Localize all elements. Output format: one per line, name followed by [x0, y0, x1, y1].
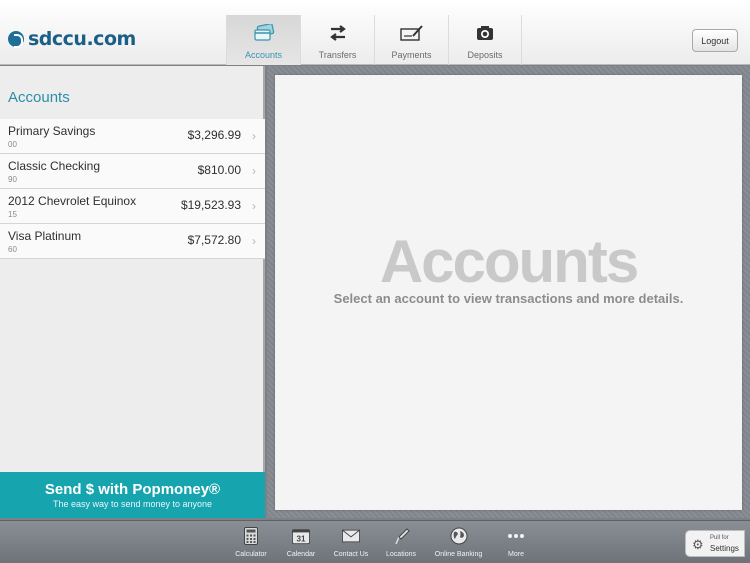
main-tabs: Accounts Transfers Payments Deposits — [226, 15, 522, 65]
account-number: 00 — [8, 140, 17, 149]
promo-subtitle: The easy way to send money to anyone — [52, 499, 213, 509]
promo-title: Send $ with Popmoney® — [44, 481, 221, 498]
location-pin-icon — [392, 527, 410, 545]
dock-label: Online Banking — [434, 551, 483, 558]
app-header: sdccu.com Accounts Transfers Payments De… — [0, 0, 750, 65]
chevron-right-icon: › — [252, 234, 256, 248]
account-row-classic-checking[interactable]: Classic Checking 90 $810.00 › — [0, 154, 265, 189]
envelope-icon — [342, 527, 360, 545]
dock-contact-us[interactable]: Contact Us — [326, 527, 376, 558]
chevron-right-icon: › — [252, 129, 256, 143]
dock-label: Locations — [386, 551, 416, 558]
accounts-card-icon — [252, 23, 276, 43]
tab-transfers[interactable]: Transfers — [300, 15, 374, 65]
main-panel: Accounts Select an account to view trans… — [275, 75, 742, 510]
tab-label: Accounts — [244, 50, 283, 60]
account-number: 60 — [8, 245, 17, 254]
globe-icon — [450, 527, 468, 545]
dock-more[interactable]: More — [491, 527, 541, 558]
logo-text: sdccu.com — [28, 28, 136, 50]
bottom-toolbar: Calculator 31 Calendar Contact Us Locati… — [0, 520, 750, 563]
account-name: 2012 Chevrolet Equinox — [8, 194, 137, 208]
dock-online-banking[interactable]: Online Banking — [426, 527, 491, 558]
account-row-visa-platinum[interactable]: Visa Platinum 60 $7,572.80 › — [0, 224, 265, 259]
dock-calendar[interactable]: 31 Calendar — [276, 527, 326, 558]
tab-label: Deposits — [467, 50, 503, 60]
tab-label: Transfers — [318, 50, 357, 60]
account-balance: $810.00 — [197, 163, 241, 177]
account-row-primary-savings[interactable]: Primary Savings 00 $3,296.99 › — [0, 119, 265, 154]
more-dots-icon — [507, 527, 525, 545]
account-balance: $3,296.99 — [187, 128, 241, 142]
tab-accounts[interactable]: Accounts — [226, 15, 300, 65]
account-name: Classic Checking — [8, 159, 101, 173]
chevron-right-icon: › — [252, 199, 256, 213]
logout-button[interactable]: Logout — [692, 29, 738, 52]
account-row-chevrolet-equinox[interactable]: 2012 Chevrolet Equinox 15 $19,523.93 › — [0, 189, 265, 224]
tab-payments[interactable]: Payments — [374, 15, 448, 65]
sdccu-logo: sdccu.com — [8, 28, 136, 50]
pull-for-label: Pull for — [710, 535, 729, 541]
dock: Calculator 31 Calendar Contact Us Locati… — [226, 527, 541, 558]
calendar-badge: 31 — [297, 534, 306, 543]
dock-label: More — [508, 551, 524, 558]
popmoney-banner[interactable]: Send $ with Popmoney® The easy way to se… — [0, 472, 265, 518]
camera-icon — [473, 23, 497, 43]
dock-locations[interactable]: Locations — [376, 527, 426, 558]
account-number: 15 — [8, 210, 17, 219]
dock-label: Calendar — [286, 551, 316, 558]
dock-calculator[interactable]: Calculator — [226, 527, 276, 558]
accounts-sidebar: Accounts Primary Savings 00 $3,296.99 › … — [0, 66, 265, 518]
sdccu-logo-icon — [8, 31, 24, 48]
settings-pull-tab[interactable]: ⚙ Pull for Settings — [685, 530, 745, 557]
account-balance: $7,572.80 — [187, 233, 241, 247]
account-list: Primary Savings 00 $3,296.99 › Classic C… — [0, 119, 265, 259]
check-pen-icon — [399, 23, 424, 43]
calculator-icon — [242, 527, 260, 545]
account-balance: $19,523.93 — [180, 198, 241, 212]
gear-icon: ⚙ — [692, 537, 704, 552]
sidebar-title: Accounts — [8, 89, 70, 106]
main-message: Select an account to view transactions a… — [333, 291, 684, 306]
account-name: Primary Savings — [8, 124, 96, 138]
transfer-arrows-icon — [326, 23, 350, 43]
main-title: Accounts — [379, 228, 639, 295]
account-number: 90 — [8, 175, 17, 184]
chevron-right-icon: › — [252, 164, 256, 178]
calendar-icon: 31 — [292, 527, 310, 545]
dock-label: Calculator — [235, 551, 267, 558]
tab-label: Payments — [391, 50, 432, 60]
account-name: Visa Platinum — [8, 229, 82, 243]
dock-label: Contact Us — [333, 551, 369, 558]
settings-label: Settings — [710, 544, 739, 553]
tab-deposits[interactable]: Deposits — [448, 15, 522, 65]
